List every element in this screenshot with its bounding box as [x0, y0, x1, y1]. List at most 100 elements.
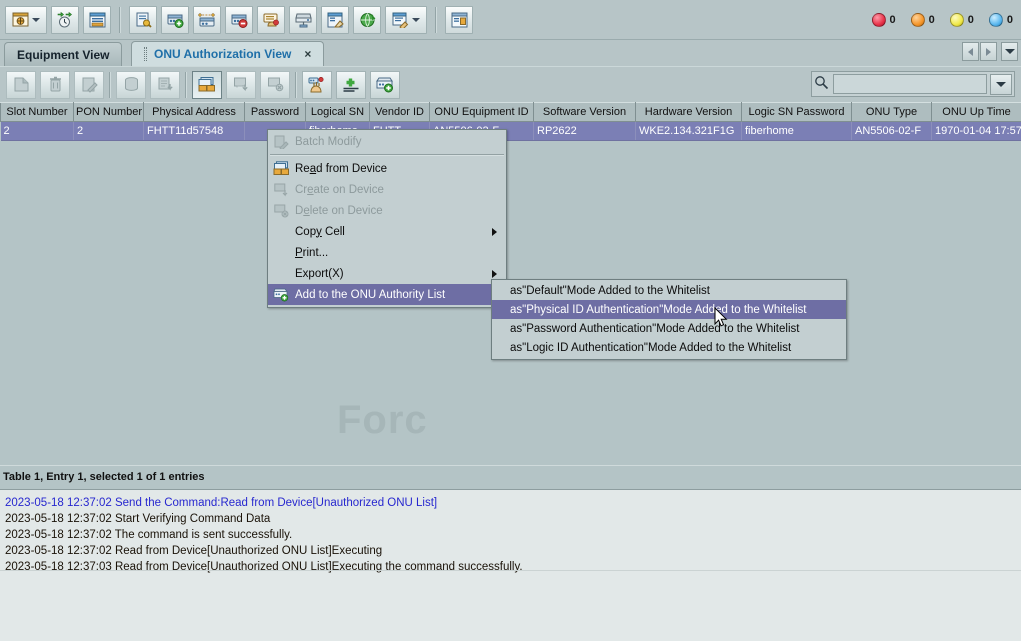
context-menu: Batch Modify Read from Device Create on … — [267, 129, 507, 308]
tab-label: Equipment View — [17, 47, 110, 62]
device-manager-icon[interactable] — [321, 5, 349, 34]
column-header-password[interactable]: Password — [244, 102, 306, 122]
menu-item-copy-cell[interactable]: Copy Cell — [268, 221, 506, 242]
onu-list-icon[interactable] — [83, 5, 111, 34]
column-header-physical-address[interactable]: Physical Address — [143, 102, 245, 122]
read-from-device-icon[interactable] — [192, 70, 222, 99]
cell-software-version[interactable]: RP2622 — [533, 121, 636, 141]
column-header-hardware-version[interactable]: Hardware Version — [635, 102, 742, 122]
menu-item-read-from-device[interactable]: Read from Device — [268, 158, 506, 179]
main-toolbar: 0 0 0 0 — [0, 0, 1021, 40]
report-edit-icon[interactable] — [385, 5, 427, 34]
log-line: 2023-05-18 12:37:02 The command is sent … — [5, 529, 293, 541]
onu-table: Slot Number PON Number Physical Address … — [0, 102, 1021, 141]
create-on-device-icon[interactable] — [226, 70, 256, 99]
new-record-icon[interactable] — [6, 70, 36, 99]
menu-item-delete-on-device[interactable]: Delete on Device — [268, 200, 506, 221]
toolbar-separator — [435, 6, 437, 33]
menu-item-create-on-device[interactable]: Create on Device — [268, 179, 506, 200]
column-header-vendor-id[interactable]: Vendor ID — [369, 102, 430, 122]
chevron-down-icon[interactable] — [32, 17, 40, 22]
log-line: 2023-05-18 12:37:02 Send the Command:Rea… — [5, 497, 438, 509]
tab-onu-authorization-view[interactable]: ONU Authorization View × — [131, 41, 325, 66]
menu-item-print[interactable]: Print... — [268, 242, 506, 263]
column-header-slot-number[interactable]: Slot Number — [0, 102, 74, 122]
scheduled-task-clock-icon[interactable] — [51, 5, 79, 34]
column-header-logic-sn-password[interactable]: Logic SN Password — [741, 102, 852, 122]
authorization-key-icon[interactable] — [129, 5, 157, 34]
submenu-item-label: as"Physical ID Authentication"Mode Added… — [510, 303, 807, 316]
chevron-left-icon — [968, 47, 973, 56]
log-line: 2023-05-18 12:37:02 Start Verifying Comm… — [5, 513, 271, 525]
device-hand-icon[interactable] — [257, 5, 285, 34]
menu-item-label: Print... — [295, 246, 329, 259]
globe-refresh-icon[interactable] — [353, 5, 381, 34]
menu-item-batch-modify[interactable]: Batch Modify — [268, 131, 506, 152]
tab-list-button[interactable] — [1001, 42, 1018, 61]
submenu-item-physical-id-authentication-mode[interactable]: as"Physical ID Authentication"Mode Added… — [492, 300, 846, 319]
alarm-warning[interactable]: 0 — [977, 13, 1013, 27]
cell-onu-up-time[interactable]: 1970-01-04 17:57:37 — [931, 121, 1021, 141]
tab-next-button[interactable] — [980, 42, 997, 61]
whitelist-mode-submenu: as"Default"Mode Added to the Whitelist a… — [491, 279, 847, 360]
close-icon[interactable]: × — [304, 47, 311, 61]
menu-item-label: Export(X) — [295, 267, 344, 280]
alarm-critical[interactable]: 0 — [860, 13, 896, 27]
alarm-major[interactable]: 0 — [899, 13, 935, 27]
column-header-onu-equipment-id[interactable]: ONU Equipment ID — [429, 102, 534, 122]
cell-pon-number[interactable]: 2 — [73, 121, 144, 141]
network-config-icon[interactable] — [5, 5, 47, 34]
submenu-arrow-icon — [492, 227, 497, 236]
menu-item-export[interactable]: Export(X) — [268, 263, 506, 284]
menu-item-add-to-onu-authority-list[interactable]: Add to the ONU Authority List — [268, 284, 506, 305]
log-panel[interactable]: 2023-05-18 12:37:02 Send the Command:Rea… — [0, 489, 1021, 641]
tab-nav-controls — [962, 42, 1018, 61]
chevron-down-icon[interactable] — [412, 17, 420, 22]
edit-record-icon[interactable] — [74, 70, 104, 99]
cell-physical-address[interactable]: FHTT11d57548 — [143, 121, 245, 141]
add-whitelist-icon[interactable] — [336, 70, 366, 99]
submenu-item-default-mode[interactable]: as"Default"Mode Added to the Whitelist — [492, 281, 846, 300]
create-on-device-icon — [271, 181, 291, 198]
column-header-software-version[interactable]: Software Version — [533, 102, 636, 122]
delete-on-device-icon[interactable] — [260, 70, 290, 99]
search-dropdown-button[interactable] — [990, 73, 1012, 95]
search-icon — [814, 75, 829, 93]
tab-equipment-view[interactable]: Equipment View — [4, 42, 123, 66]
column-header-pon-number[interactable]: PON Number — [73, 102, 144, 122]
toolbar-group-view — [0, 5, 116, 35]
submenu-item-password-authentication-mode[interactable]: as"Password Authentication"Mode Added to… — [492, 319, 846, 338]
chevron-down-icon — [996, 81, 1006, 87]
critical-alarm-count: 0 — [889, 14, 896, 26]
minor-alarm-count: 0 — [967, 14, 974, 26]
server-rack-icon[interactable] — [289, 5, 317, 34]
remove-device-icon[interactable] — [225, 5, 253, 34]
tab-prev-button[interactable] — [962, 42, 979, 61]
column-header-onu-type[interactable]: ONU Type — [851, 102, 932, 122]
cell-slot-number[interactable]: 2 — [0, 121, 74, 141]
authorize-hand-icon[interactable] — [302, 70, 332, 99]
add-device-green-icon[interactable] — [370, 70, 400, 99]
batch-stack-icon[interactable] — [116, 70, 146, 99]
mouse-cursor — [714, 306, 728, 331]
log-line: 2023-05-18 12:37:03 Read from Device[Una… — [5, 561, 523, 573]
table-row[interactable]: 2 2 FHTT11d57548 fiberhome FHTT AN5506-0… — [0, 121, 1021, 141]
menu-item-label: Delete on Device — [295, 204, 383, 217]
cell-logic-sn-password[interactable]: fiberhome — [741, 121, 852, 141]
alarm-minor[interactable]: 0 — [938, 13, 974, 27]
alarm-lamps: 0 0 0 0 — [860, 0, 1013, 40]
cell-hardware-version[interactable]: WKE2.134.321F1G — [635, 121, 742, 141]
presentation-icon[interactable] — [445, 5, 473, 34]
discover-network-icon[interactable] — [193, 5, 221, 34]
submenu-item-label: as"Logic ID Authentication"Mode Added to… — [510, 341, 792, 354]
submenu-item-logic-id-authentication-mode[interactable]: as"Logic ID Authentication"Mode Added to… — [492, 338, 846, 357]
major-alarm-count: 0 — [928, 14, 935, 26]
add-device-icon[interactable] — [161, 5, 189, 34]
cell-onu-type[interactable]: AN5506-02-F — [851, 121, 932, 141]
save-list-icon[interactable] — [150, 70, 180, 99]
column-header-logical-sn[interactable]: Logical SN — [305, 102, 370, 122]
delete-record-icon[interactable] — [40, 70, 70, 99]
column-header-onu-up-time[interactable]: ONU Up Time — [931, 102, 1021, 122]
search-input[interactable] — [833, 74, 987, 94]
toolbar-group-device — [124, 5, 432, 35]
